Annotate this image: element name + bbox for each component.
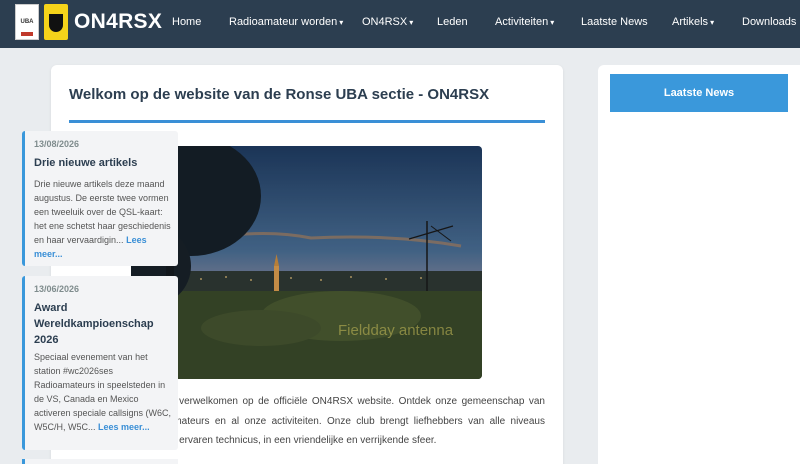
read-more-link[interactable]: Lees meer... [98,422,150,432]
nav-home[interactable]: Home [172,16,201,28]
chevron-down-icon: ▾ [550,18,555,27]
site-brand[interactable]: ON4RSX [74,10,162,34]
news-item[interactable] [22,459,178,464]
title-divider [69,120,545,123]
on4rsx-crest-logo[interactable] [44,4,68,40]
hero-caption: Fieldday antenna [338,322,454,339]
chevron-down-icon: ▾ [409,18,414,27]
uba-logo[interactable]: UBA [15,4,39,40]
news-sidebar: Laatste News [598,65,800,464]
fieldday-photo [131,146,482,379]
nav-downloads[interactable]: Downloads [742,16,796,28]
nav-laatste-news[interactable]: Laatste News [581,16,648,28]
nav-leden[interactable]: Leden [437,16,468,28]
lion-shield-icon [49,14,63,32]
sidebar-header: Laatste News [610,74,788,112]
page-title: Welkom op de website van de Ronse UBA se… [69,86,490,103]
nav-activiteiten[interactable]: Activiteiten ▾ [495,16,554,28]
nav-on4rsx[interactable]: ON4RSX ▾ [362,16,413,28]
news-date: 13/08/2026 [34,139,80,149]
news-excerpt: Drie nieuwe artikels deze maand augustus… [34,179,171,259]
nav-artikels[interactable]: Artikels ▾ [672,16,714,28]
nav-radioamateur-worden[interactable]: Radioamateur worden ▾ [229,16,343,28]
chevron-down-icon: ▾ [710,18,715,27]
chevron-down-icon: ▾ [339,18,344,27]
news-item[interactable]: 13/06/2026 Award Wereldkampioenschap 202… [22,276,178,450]
uba-logo-mark [21,32,33,36]
news-excerpt: Speciaal evenement van het station #wc20… [34,352,172,432]
news-title[interactable]: Award Wereldkampioenschap 2026 [34,301,174,349]
uba-logo-text: UBA [20,19,34,25]
news-item[interactable]: 13/08/2026 Drie nieuwe artikels Drie nie… [22,131,178,266]
top-navbar: UBA ON4RSX Home Radioamateur worden ▾ ON4… [0,0,800,48]
hero-image: Fieldday antenna [131,146,482,379]
news-title[interactable]: Drie nieuwe artikels [34,156,174,172]
news-date: 13/06/2026 [34,284,80,294]
